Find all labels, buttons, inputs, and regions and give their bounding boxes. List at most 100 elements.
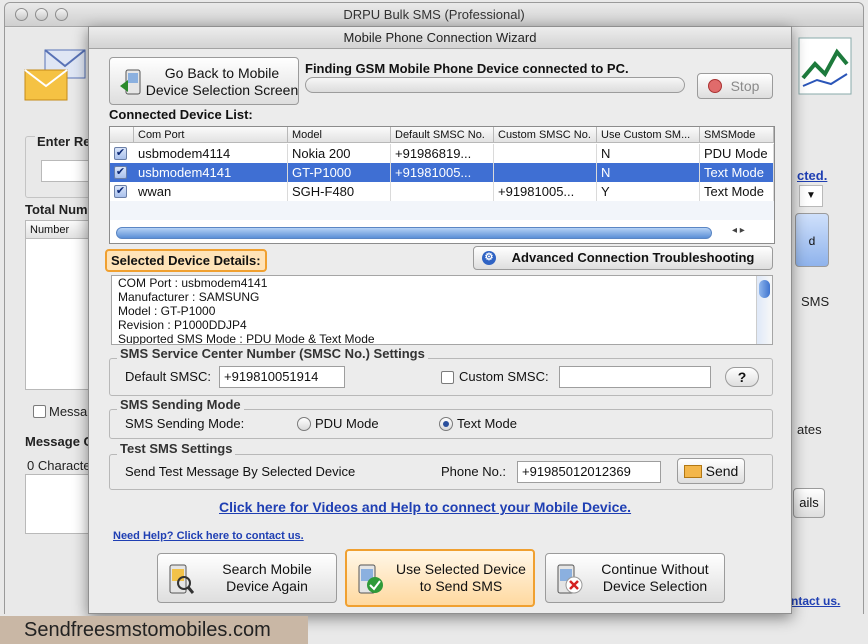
need-help-link[interactable]: Need Help? Click here to contact us. [113, 530, 304, 542]
phone-check-icon [358, 564, 383, 594]
close-window-button[interactable] [15, 8, 28, 21]
cell-model: Nokia 200 [288, 144, 391, 163]
cell-model: GT-P1000 [288, 163, 391, 182]
cell-default-smsc: +91986819... [391, 144, 494, 163]
details-vertical-scrollbar[interactable] [756, 276, 772, 344]
wizard-title: Mobile Phone Connection Wizard [343, 30, 537, 45]
custom-smsc-label: Custom SMSC: [459, 369, 549, 384]
table-row[interactable]: ✔ wwan SGH-F480 +91981005... Y Text Mode [110, 182, 774, 201]
details-line: COM Port : usbmodem4141 [118, 276, 268, 290]
scroll-thumb[interactable] [759, 280, 770, 298]
table-header-default-smsc[interactable]: Default SMSC No. [391, 127, 494, 143]
scroll-arrows-icon[interactable]: ◂ ▸ [732, 225, 745, 236]
gear-icon: ⚙ [482, 251, 496, 265]
device-table[interactable]: Com Port Model Default SMSC No. Custom S… [109, 126, 775, 244]
search-button-line2: Device Again [226, 578, 308, 594]
cell-com-port: usbmodem4114 [134, 144, 288, 163]
text-mode-radio[interactable] [439, 417, 453, 431]
continue-without-button[interactable]: Continue Without Device Selection [545, 553, 725, 603]
custom-smsc-checkbox[interactable] [441, 371, 454, 384]
details-line: Model : GT-P1000 [118, 304, 216, 318]
cell-use-custom: Y [597, 182, 700, 201]
video-help-link[interactable]: Click here for Videos and Help to connec… [219, 499, 631, 515]
stop-button[interactable]: Stop [697, 73, 773, 99]
details-line: Supported SMS Mode : PDU Mode & Text Mod… [118, 332, 375, 345]
row-checkbox[interactable]: ✔ [114, 147, 127, 160]
cell-default-smsc: +91981005... [391, 163, 494, 182]
cell-use-custom: N [597, 163, 700, 182]
recipient-input[interactable] [41, 160, 91, 182]
dropdown-toggle[interactable]: ▼ [799, 185, 823, 207]
footer-site-logo: Sendfreesmstomobiles.com [0, 616, 308, 644]
default-smsc-field[interactable]: +919810051914 [219, 366, 345, 388]
table-row[interactable]: ✔ usbmodem4114 Nokia 200 +91986819... N … [110, 144, 774, 163]
envelope-logo-icon [24, 49, 86, 101]
connection-wizard-dialog: Mobile Phone Connection Wizard Go Back t… [88, 26, 792, 614]
finding-device-text: Finding GSM Mobile Phone Device connecte… [305, 61, 629, 76]
search-progress-bar [305, 77, 685, 93]
row-checkbox[interactable]: ✔ [114, 185, 127, 198]
details-button[interactable]: ails [793, 488, 825, 518]
minimize-window-button[interactable] [35, 8, 48, 21]
number-column-header[interactable]: Number [26, 221, 90, 239]
go-back-label-line1: Go Back to Mobile [164, 65, 280, 81]
pdu-mode-radio[interactable] [297, 417, 311, 431]
cell-com-port: usbmodem4141 [134, 163, 288, 182]
table-row-empty [110, 201, 774, 220]
custom-smsc-field[interactable] [559, 366, 711, 388]
selected-details-label: Selected Device Details: [105, 249, 267, 272]
go-back-label-line2: Device Selection Screen [145, 82, 299, 98]
table-header-use-custom[interactable]: Use Custom SM... [597, 127, 700, 143]
message-checkbox[interactable] [33, 405, 46, 418]
details-line: Manufacturer : SAMSUNG [118, 290, 260, 304]
phone-number-field[interactable]: +919850120123​69 [517, 461, 661, 483]
cell-sms-mode: Text Mode [700, 163, 774, 182]
sms-label: SMS [801, 294, 830, 309]
search-button-line1: Search Mobile [222, 561, 312, 577]
use-button-line1: Use Selected Device [396, 561, 526, 577]
main-titlebar: DRPU Bulk SMS (Professional) [5, 3, 863, 27]
row-checkbox[interactable]: ✔ [114, 166, 127, 179]
numbers-list[interactable]: Number [25, 220, 91, 390]
cell-model: SGH-F480 [288, 182, 391, 201]
cell-sms-mode: PDU Mode [700, 144, 774, 163]
character-count: 0 Characte [27, 458, 91, 473]
contact-us-link[interactable]: ntact us. [791, 594, 840, 608]
go-back-button[interactable]: Go Back to Mobile Device Selection Scree… [109, 57, 299, 105]
total-numbers-label: Total Num [25, 202, 88, 217]
connection-link[interactable]: cted. [797, 168, 827, 183]
message-composer-label: Message C [25, 434, 93, 449]
smsc-settings-legend: SMS Service Center Number (SMSC No.) Set… [117, 346, 428, 361]
text-mode-label: Text Mode [457, 416, 517, 431]
cell-use-custom: N [597, 144, 700, 163]
right-action-button[interactable]: d [795, 213, 829, 267]
stop-icon [708, 79, 722, 93]
table-header-checkbox[interactable] [110, 127, 134, 143]
advanced-troubleshooting-button[interactable]: ⚙ Advanced Connection Troubleshooting [473, 246, 773, 270]
zoom-window-button[interactable] [55, 8, 68, 21]
connected-list-label: Connected Device List: [109, 107, 253, 122]
use-selected-device-button[interactable]: Use Selected Device to Send SMS [345, 549, 535, 607]
wizard-titlebar: Mobile Phone Connection Wizard [89, 27, 791, 49]
envelope-icon [684, 465, 702, 478]
back-phone-icon [120, 69, 141, 95]
cell-custom-smsc [494, 144, 597, 163]
continue-button-line1: Continue Without [601, 561, 709, 577]
device-details-box[interactable]: COM Port : usbmodem4141 Manufacturer : S… [111, 275, 773, 345]
cell-com-port: wwan [134, 182, 288, 201]
message-textarea[interactable] [25, 474, 91, 534]
table-header-custom-smsc[interactable]: Custom SMSC No. [494, 127, 597, 143]
send-test-button[interactable]: Send [677, 458, 745, 484]
smsc-help-button[interactable]: ? [725, 367, 759, 387]
sending-mode-label: SMS Sending Mode: [125, 416, 245, 431]
horizontal-scrollbar[interactable] [116, 227, 712, 239]
table-header-sms-mode[interactable]: SMSMode [700, 127, 774, 143]
table-row-selected[interactable]: ✔ usbmodem4141 GT-P1000 +91981005... N T… [110, 163, 774, 182]
search-again-button[interactable]: Search Mobile Device Again [157, 553, 337, 603]
table-header-com-port[interactable]: Com Port [134, 127, 288, 143]
details-line: Revision : P1000DDJP4 [118, 318, 247, 332]
advanced-button-label: Advanced Connection Troubleshooting [511, 250, 755, 265]
continue-button-line2: Device Selection [602, 578, 708, 594]
table-header-model[interactable]: Model [288, 127, 391, 143]
default-smsc-label: Default SMSC: [125, 369, 211, 384]
